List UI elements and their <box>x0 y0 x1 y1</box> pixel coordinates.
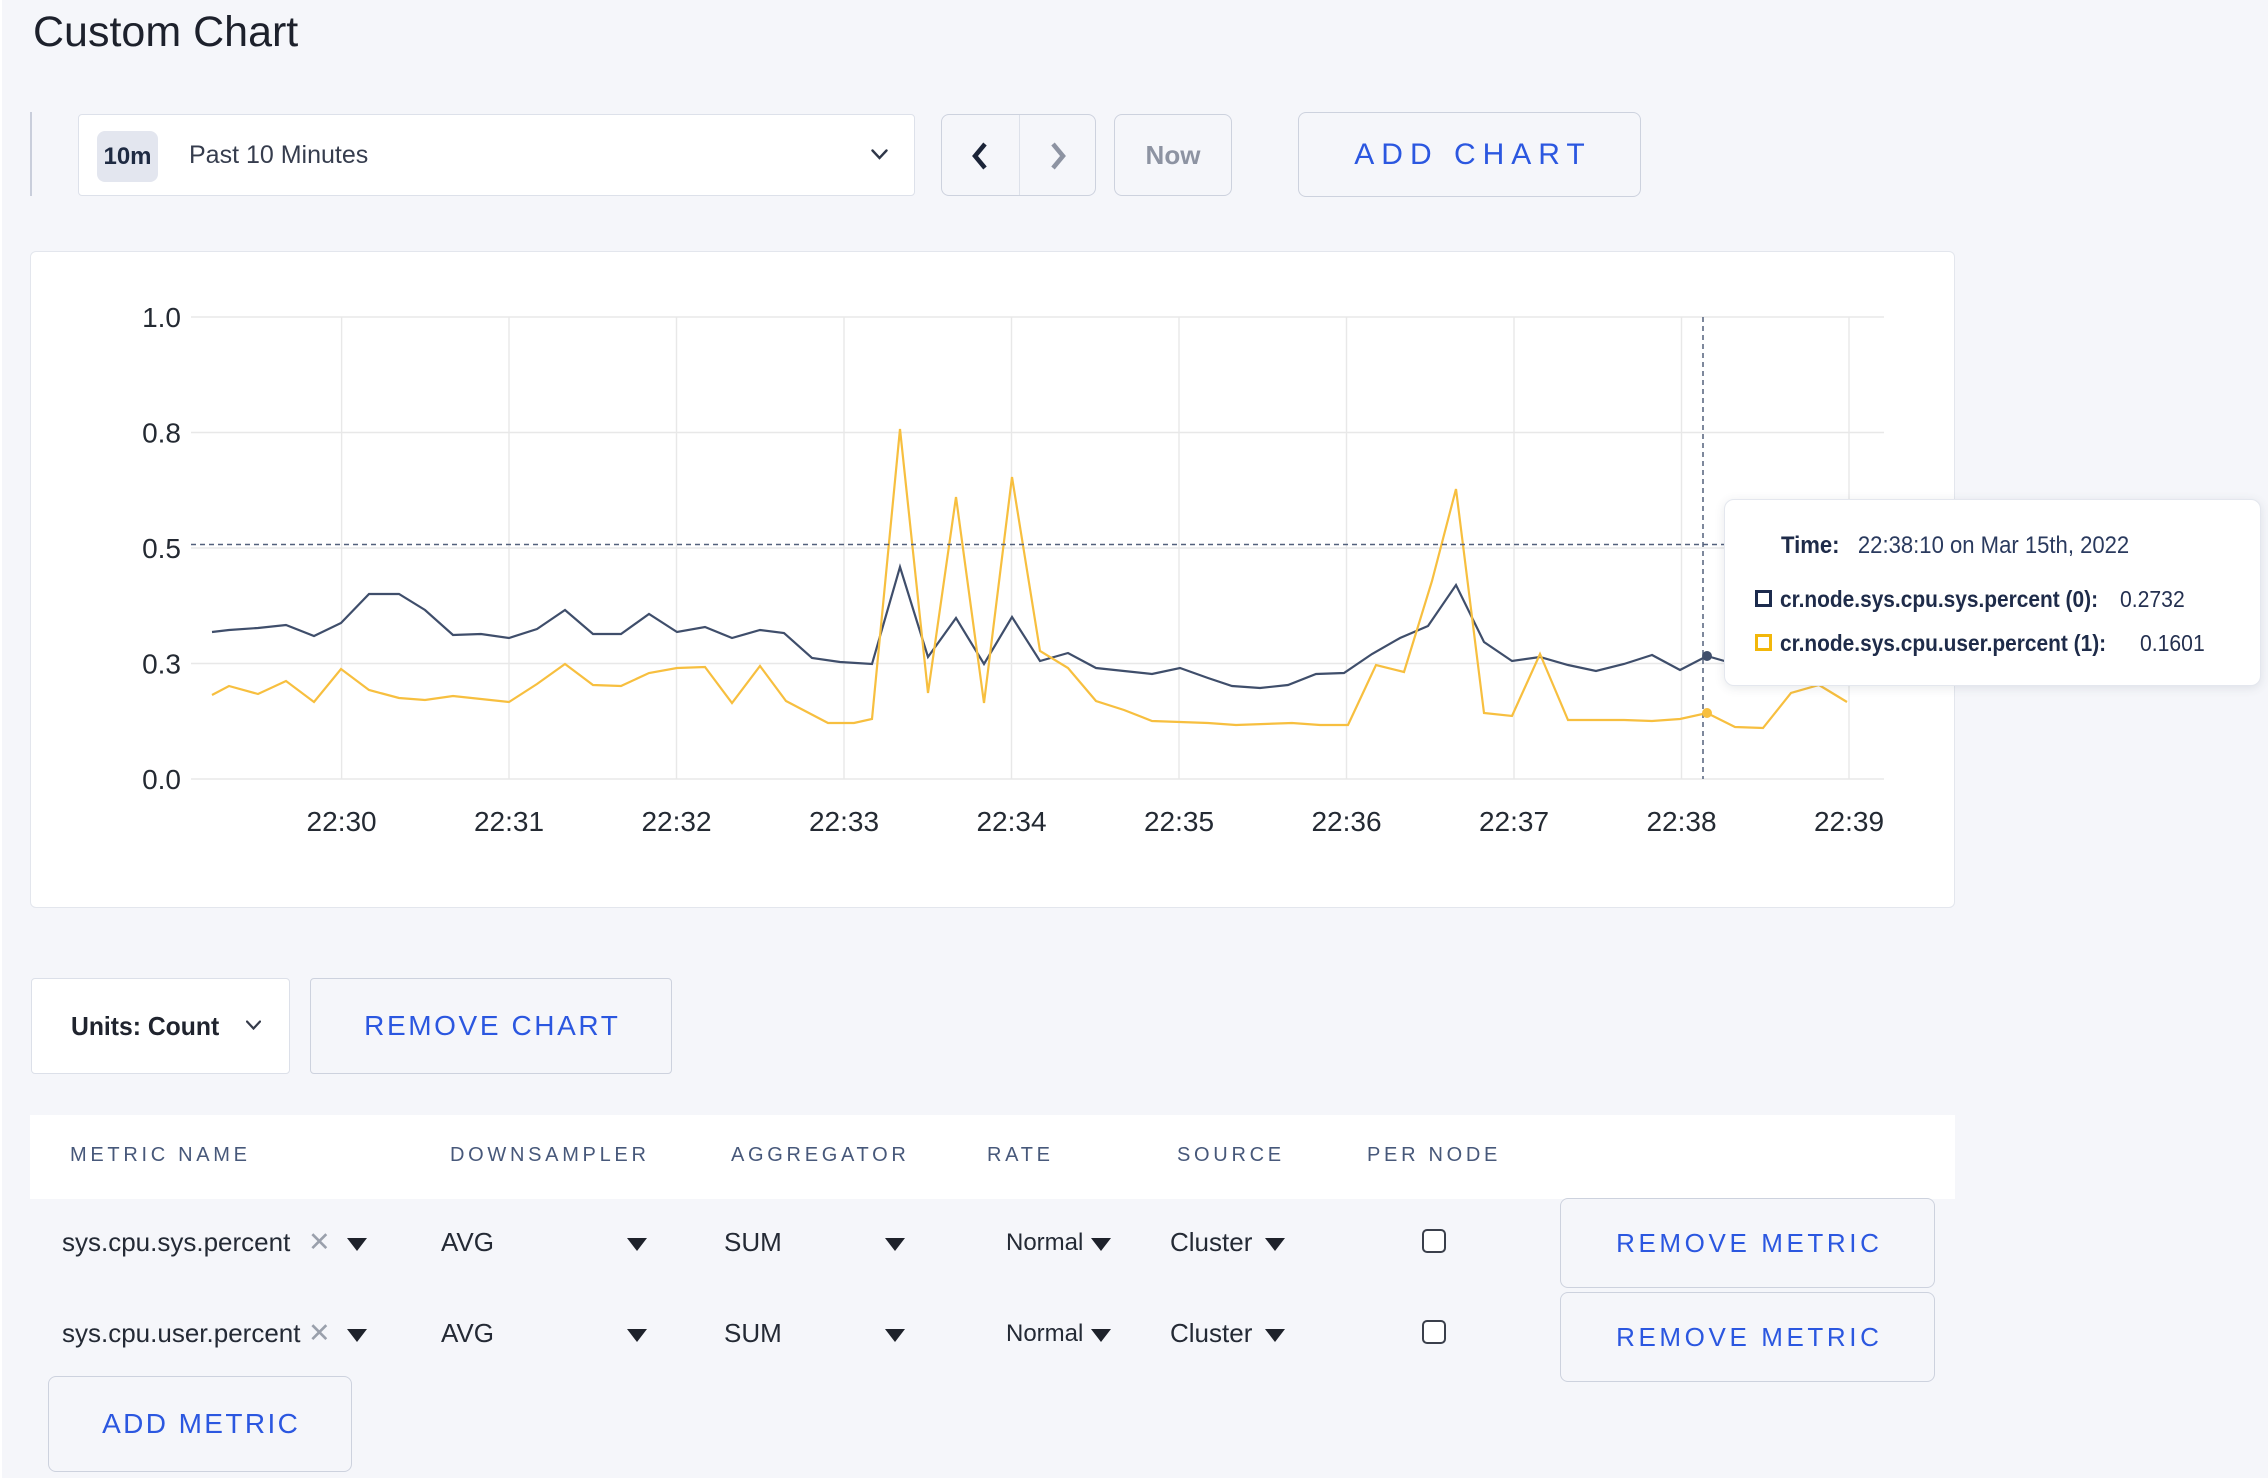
svg-text:0.5: 0.5 <box>142 533 181 564</box>
svg-text:22:35: 22:35 <box>1144 806 1214 837</box>
svg-text:1.0: 1.0 <box>142 302 181 333</box>
svg-text:22:36: 22:36 <box>1311 806 1381 837</box>
svg-text:22:39: 22:39 <box>1814 806 1884 837</box>
svg-text:0.0: 0.0 <box>142 764 181 795</box>
svg-text:0.3: 0.3 <box>142 649 181 680</box>
svg-text:22:38: 22:38 <box>1646 806 1716 837</box>
svg-text:0.8: 0.8 <box>142 418 181 449</box>
svg-text:22:30: 22:30 <box>307 806 377 837</box>
svg-text:22:32: 22:32 <box>641 806 711 837</box>
svg-text:22:34: 22:34 <box>976 806 1046 837</box>
svg-text:22:33: 22:33 <box>809 806 879 837</box>
svg-text:22:31: 22:31 <box>474 806 544 837</box>
svg-text:22:37: 22:37 <box>1479 806 1549 837</box>
